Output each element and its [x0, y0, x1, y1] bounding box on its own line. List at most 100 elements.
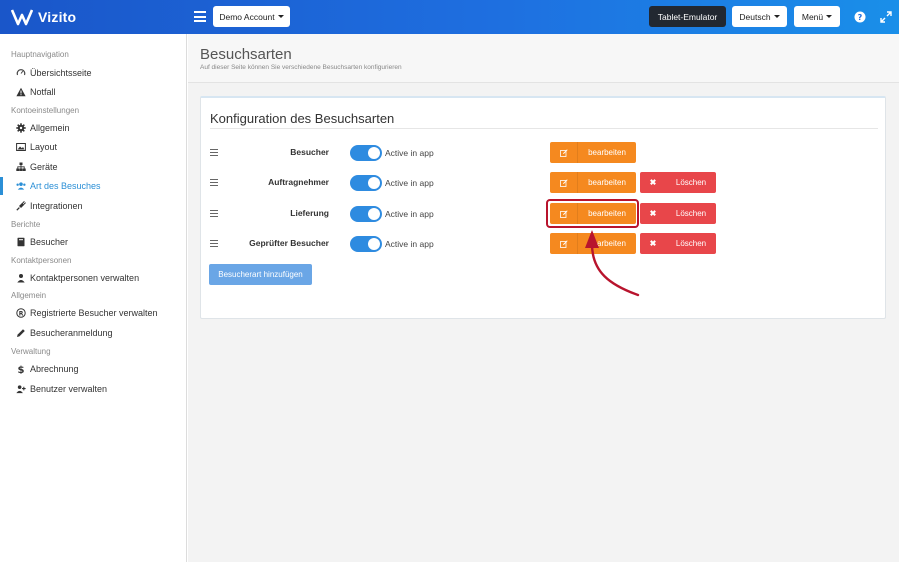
- toggle-label: Active in app: [385, 239, 434, 249]
- page-header: Besuchsarten Auf dieser Seite können Sie…: [188, 34, 899, 83]
- tablet-emulator-label: Tablet-Emulator: [657, 11, 718, 22]
- chevron-down-icon: [826, 15, 833, 18]
- visit-type-label: Besucher: [290, 147, 329, 157]
- menu-dropdown[interactable]: Menü: [794, 6, 840, 27]
- chevron-down-icon: [773, 15, 780, 18]
- edit-icon: [550, 203, 578, 224]
- registered-icon: R: [16, 308, 26, 318]
- account-dropdown[interactable]: Demo Account: [213, 6, 290, 27]
- sidebar-item-label: Allgemein: [30, 123, 70, 133]
- edit-button[interactable]: bearbeiten: [550, 142, 636, 163]
- visit-type-label: Lieferung: [290, 208, 329, 218]
- page-subtitle: Auf dieser Seite können Sie verschiedene…: [200, 64, 402, 71]
- active-toggle[interactable]: [350, 175, 382, 191]
- sidebar-item-label: Kontaktpersonen verwalten: [30, 273, 140, 283]
- toggle-label: Active in app: [385, 209, 434, 219]
- edit-button-label: bearbeiten: [588, 178, 626, 187]
- sidebar-item-label: Registrierte Besucher verwalten: [30, 308, 158, 318]
- toggle-label: Active in app: [385, 178, 434, 188]
- user-plus-icon: [16, 384, 26, 394]
- delete-button[interactable]: ✖ Löschen: [640, 233, 716, 254]
- gear-icon: [16, 123, 26, 133]
- language-label: Deutsch: [739, 11, 771, 22]
- chevron-down-icon: [277, 15, 284, 18]
- svg-text:R: R: [19, 310, 24, 317]
- sidebar-item-label: Besucheranmeldung: [30, 328, 113, 338]
- sidebar-item-uebersichtsseite[interactable]: Übersichtsseite: [0, 64, 186, 82]
- drag-handle-icon[interactable]: [210, 149, 218, 157]
- top-bar: Vizito Demo Account Tablet-Emulator Deut…: [0, 0, 899, 34]
- edit-button-label: bearbeiten: [588, 239, 626, 248]
- sidebar-section-title: Kontaktpersonen: [11, 256, 72, 265]
- sidebar-section-title: Verwaltung: [11, 347, 51, 356]
- image-icon: [16, 142, 26, 152]
- sidebar-item-layout[interactable]: Layout: [0, 138, 186, 156]
- dashboard-icon: [16, 68, 26, 78]
- sidebar-item-label: Benutzer verwalten: [30, 384, 108, 394]
- active-toggle[interactable]: [350, 206, 382, 222]
- edit-button[interactable]: bearbeiten: [550, 172, 636, 193]
- app-logo[interactable]: Vizito: [11, 8, 76, 26]
- sidebar-item-benutzer-verwalten[interactable]: Benutzer verwalten: [0, 380, 186, 398]
- toggle-label: Active in app: [385, 148, 434, 158]
- edit-button[interactable]: bearbeiten: [550, 233, 636, 254]
- sidebar-item-geraete[interactable]: Geräte: [0, 158, 186, 176]
- user-icon: [16, 273, 26, 283]
- page-title: Besuchsarten: [200, 46, 292, 63]
- sidebar-section-title: Kontoeinstellungen: [11, 106, 80, 115]
- language-dropdown[interactable]: Deutsch: [732, 6, 787, 27]
- sidebar-item-integrationen[interactable]: Integrationen: [0, 197, 186, 215]
- tablet-emulator-button[interactable]: Tablet-Emulator: [649, 6, 726, 27]
- add-visit-type-button[interactable]: Besucherart hinzufügen: [209, 264, 312, 285]
- question-circle-icon[interactable]: ?: [853, 10, 867, 24]
- edit-button-label: bearbeiten: [588, 148, 626, 157]
- table-row: Auftragnehmer Active in app bearbeiten ✖…: [201, 172, 887, 194]
- visit-type-label: Geprüfter Besucher: [249, 238, 329, 248]
- sidebar-item-abrechnung[interactable]: $ Abrechnung: [0, 360, 186, 378]
- edit-icon: [550, 233, 578, 254]
- close-icon: ✖: [649, 178, 657, 187]
- active-toggle[interactable]: [350, 236, 382, 252]
- edit-icon: [550, 172, 578, 193]
- svg-text:$: $: [18, 365, 25, 374]
- table-row: Lieferung Active in app bearbeiten ✖ Lös…: [201, 203, 887, 225]
- sidebar-item-label: Besucher: [30, 237, 69, 247]
- configuration-panel: Konfiguration des Besuchsarten Besucher …: [200, 96, 886, 319]
- delete-button-label: Löschen: [675, 239, 707, 248]
- sidebar-item-notfall[interactable]: Notfall: [0, 83, 186, 101]
- sitemap-icon: [16, 162, 26, 172]
- sidebar-item-registrierte-besucher[interactable]: R Registrierte Besucher verwalten: [0, 304, 186, 322]
- sidebar-section-title: Berichte: [11, 220, 41, 229]
- svg-text:?: ?: [858, 13, 863, 22]
- sidebar-item-kontaktpersonen-verwalten[interactable]: Kontaktpersonen verwalten: [0, 269, 186, 287]
- delete-button[interactable]: ✖ Löschen: [640, 172, 716, 193]
- expand-icon[interactable]: [879, 10, 893, 24]
- sidebar-item-besucher[interactable]: Besucher: [0, 233, 186, 251]
- menu-toggle-icon[interactable]: [194, 11, 206, 22]
- sidebar-item-label: Art des Besuches: [30, 181, 101, 191]
- dollar-icon: $: [16, 364, 26, 374]
- main-content: Besuchsarten Auf dieser Seite können Sie…: [188, 34, 899, 562]
- close-icon: ✖: [649, 209, 657, 218]
- sidebar-item-label: Integrationen: [30, 201, 83, 211]
- sidebar-item-label: Abrechnung: [30, 364, 79, 374]
- panel-title: Konfiguration des Besuchsarten: [210, 111, 395, 126]
- sidebar-item-label: Notfall: [30, 87, 56, 97]
- plug-icon: [16, 201, 26, 211]
- sidebar-item-allgemein[interactable]: Allgemein: [0, 119, 186, 137]
- sidebar-item-label: Geräte: [30, 162, 58, 172]
- delete-button[interactable]: ✖ Löschen: [640, 203, 716, 224]
- drag-handle-icon[interactable]: [210, 210, 218, 218]
- close-icon: ✖: [649, 239, 657, 248]
- vizito-logo-icon: [11, 9, 33, 26]
- active-toggle[interactable]: [350, 145, 382, 161]
- app-name: Vizito: [38, 9, 77, 25]
- table-row: Besucher Active in app bearbeiten: [201, 142, 887, 164]
- sidebar-item-art-des-besuches[interactable]: Art des Besuches: [0, 177, 186, 195]
- drag-handle-icon[interactable]: [210, 179, 218, 187]
- drag-handle-icon[interactable]: [210, 240, 218, 248]
- edit-button[interactable]: bearbeiten: [550, 203, 636, 224]
- add-visit-type-label: Besucherart hinzufügen: [218, 270, 303, 279]
- sidebar-item-besucheranmeldung[interactable]: Besucheranmeldung: [0, 324, 186, 342]
- sidebar-item-label: Layout: [30, 142, 58, 152]
